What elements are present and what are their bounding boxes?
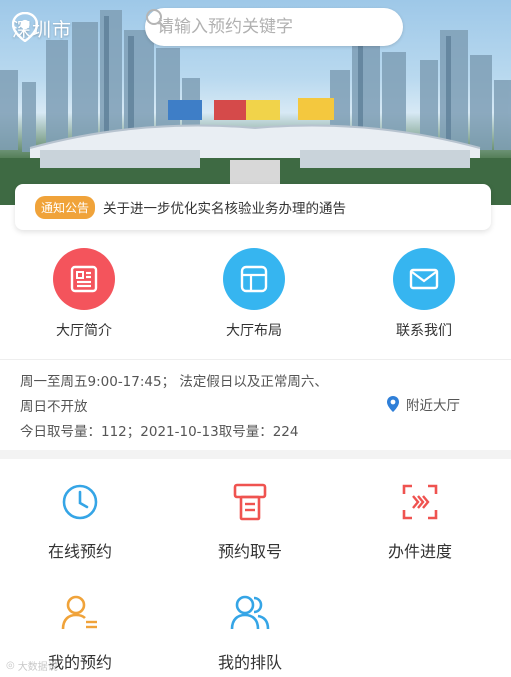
progress-query-button[interactable]: 办件进度: [355, 480, 485, 562]
user-list-icon: [58, 591, 102, 635]
section-divider: [0, 450, 511, 459]
clock-icon: [58, 480, 102, 524]
take-number-label: 预约取号: [217, 542, 282, 561]
hall-intro-button[interactable]: 大厅简介: [19, 248, 149, 340]
watermark-logo-icon: ◎: [6, 660, 15, 671]
notice-text[interactable]: 关于进一步优化实名核验业务办理的通告: [103, 197, 346, 217]
location-pin-icon: [387, 396, 399, 412]
hero-banner: 深圳市: [0, 0, 511, 205]
contact-us-button[interactable]: 联系我们: [359, 248, 489, 340]
hall-info: 周一至周五9:00-17:45； 法定假日以及正常周六、 周日不开放 今日取号量…: [20, 370, 370, 445]
search-bar[interactable]: [145, 8, 403, 46]
scan-progress-icon: [398, 480, 442, 524]
take-number-button[interactable]: 预约取号: [185, 480, 315, 562]
users-icon: [228, 591, 272, 635]
search-icon: [146, 9, 167, 30]
watermark: ◎ 大数据说: [6, 658, 58, 673]
opening-hours-line2: 周日不开放: [20, 399, 88, 415]
online-booking-button[interactable]: 在线预约: [15, 480, 145, 562]
notice-bar[interactable]: 通知公告 关于进一步优化实名核验业务办理的通告: [15, 184, 491, 230]
layout-icon: [223, 248, 285, 310]
hall-shortcuts: 大厅简介 大厅布局 联系我们: [0, 248, 511, 348]
queue-count: 今日取号量：112；2021-10-13取号量：224: [20, 424, 299, 440]
my-queue-button[interactable]: 我的排队: [185, 591, 315, 673]
nearby-hall-label: 附近大厅: [406, 398, 460, 414]
hall-layout-button[interactable]: 大厅布局: [189, 248, 319, 340]
search-input[interactable]: [157, 17, 357, 37]
progress-query-label: 办件进度: [387, 542, 452, 561]
mail-icon: [393, 248, 455, 310]
nearby-hall-link[interactable]: 附近大厅: [386, 394, 460, 414]
location-pin-icon: [12, 12, 38, 42]
city-selector[interactable]: 深圳市: [12, 12, 72, 44]
hall-layout-label: 大厅布局: [226, 323, 282, 339]
opening-hours-line1: 周一至周五9:00-17:45； 法定假日以及正常周六、: [20, 374, 328, 390]
ticket-machine-icon: [228, 480, 272, 524]
divider: [0, 359, 511, 360]
hall-intro-label: 大厅简介: [56, 323, 112, 339]
contact-us-label: 联系我们: [396, 323, 452, 339]
my-queue-label: 我的排队: [217, 653, 282, 672]
online-booking-label: 在线预约: [47, 542, 112, 561]
notice-tag: 通知公告: [35, 195, 96, 219]
document-list-icon: [53, 248, 115, 310]
watermark-text: 大数据说: [17, 662, 58, 673]
